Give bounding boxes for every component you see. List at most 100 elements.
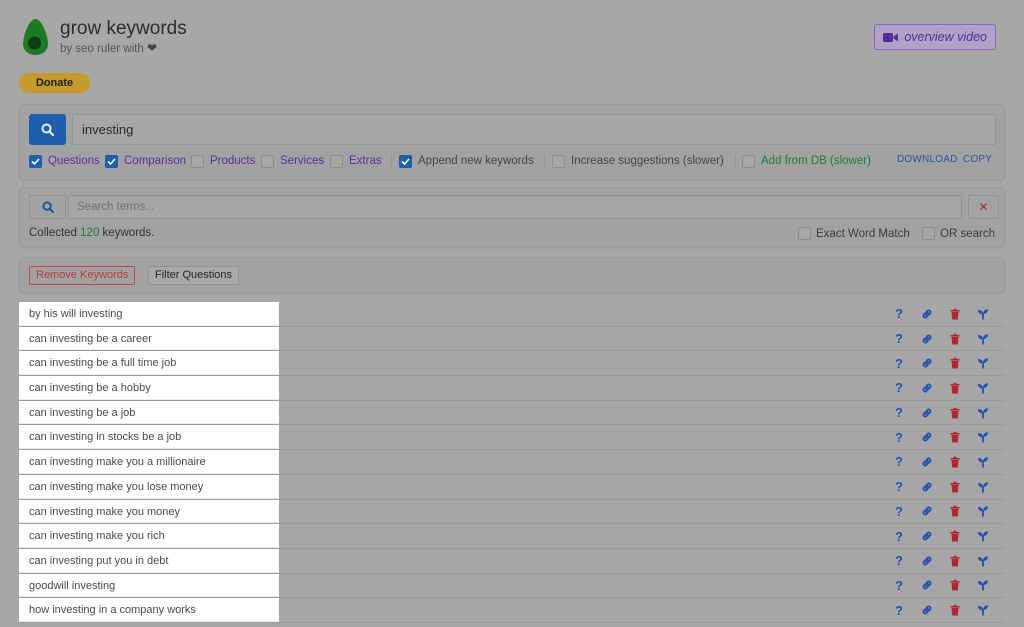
keyword-text[interactable]: can investing be a career <box>19 326 279 351</box>
link-icon[interactable] <box>913 302 941 326</box>
question-icon[interactable]: ? <box>885 327 913 351</box>
trash-icon[interactable] <box>941 450 969 474</box>
seed-keyword-input[interactable]: investing <box>72 114 996 145</box>
question-icon[interactable]: ? <box>885 475 913 499</box>
question-icon[interactable]: ? <box>885 450 913 474</box>
sprout-icon[interactable] <box>969 401 997 425</box>
link-icon[interactable] <box>913 475 941 499</box>
heart-icon: ❤ <box>146 41 157 55</box>
donate-button[interactable]: Donate <box>19 73 90 93</box>
filter-questions-button[interactable]: Filter Questions <box>148 266 240 285</box>
sprout-icon[interactable] <box>969 574 997 598</box>
services-checkbox[interactable] <box>261 154 274 168</box>
keyword-text[interactable]: can investing put you in debt <box>19 548 279 573</box>
keyword-row: how investing in a company works ? <box>19 598 1005 623</box>
link-icon[interactable] <box>913 598 941 622</box>
keyword-text[interactable]: can investing be a hobby <box>19 376 279 400</box>
link-icon[interactable] <box>913 401 941 425</box>
question-icon[interactable]: ? <box>885 549 913 573</box>
question-icon[interactable]: ? <box>885 376 913 400</box>
sprout-icon[interactable] <box>969 450 997 474</box>
option-increase-suggestions[interactable]: Increase suggestions (slower) <box>552 153 724 169</box>
overview-video-button[interactable]: overview video <box>874 24 996 50</box>
comparison-checkbox[interactable] <box>105 154 118 168</box>
extras-checkbox[interactable] <box>330 154 343 168</box>
question-icon[interactable]: ? <box>885 500 913 524</box>
option-add-from-db[interactable]: Add from DB (slower) <box>742 153 871 169</box>
question-icon[interactable]: ? <box>885 425 913 449</box>
trash-icon[interactable] <box>941 500 969 524</box>
trash-icon[interactable] <box>941 574 969 598</box>
copy-button[interactable]: COPY <box>963 154 992 165</box>
link-icon[interactable] <box>913 376 941 400</box>
sprout-icon[interactable] <box>969 549 997 573</box>
increase-suggestions-checkbox[interactable] <box>552 154 565 168</box>
sprout-icon[interactable] <box>969 302 997 326</box>
link-icon[interactable] <box>913 425 941 449</box>
clear-filter-button[interactable]: ✕ <box>968 195 999 219</box>
trash-icon[interactable] <box>941 351 969 375</box>
trash-icon[interactable] <box>941 401 969 425</box>
option-extras[interactable]: Extras <box>330 153 382 169</box>
trash-icon[interactable] <box>941 475 969 499</box>
option-products[interactable]: Products <box>191 153 255 169</box>
sprout-icon[interactable] <box>969 376 997 400</box>
trash-icon[interactable] <box>941 524 969 548</box>
sprout-icon[interactable] <box>969 351 997 375</box>
sprout-icon[interactable] <box>969 425 997 449</box>
keyword-text[interactable]: how investing in a company works <box>19 598 279 622</box>
link-icon[interactable] <box>913 549 941 573</box>
keyword-search-panel: investing Questions Comparison Products … <box>19 104 1005 180</box>
trash-icon[interactable] <box>941 425 969 449</box>
keyword-text[interactable]: can investing be a full time job <box>19 351 279 376</box>
option-append-new[interactable]: Append new keywords <box>399 153 534 169</box>
link-icon[interactable] <box>913 524 941 548</box>
question-icon[interactable]: ? <box>885 574 913 598</box>
option-questions[interactable]: Questions <box>29 153 100 169</box>
sprout-icon[interactable] <box>969 475 997 499</box>
keyword-text[interactable]: can investing be a job <box>19 400 279 425</box>
option-comparison[interactable]: Comparison <box>105 153 186 169</box>
questions-checkbox[interactable] <box>29 154 42 168</box>
search-button[interactable] <box>29 114 66 145</box>
append-new-checkbox[interactable] <box>399 154 412 168</box>
question-icon[interactable]: ? <box>885 351 913 375</box>
add-from-db-checkbox[interactable] <box>742 154 755 168</box>
filter-terms-input[interactable]: Search terms... <box>68 195 962 219</box>
trash-icon[interactable] <box>941 302 969 326</box>
keyword-text[interactable]: can investing make you money <box>19 499 279 524</box>
keyword-text[interactable]: by his will investing <box>19 302 279 326</box>
option-services[interactable]: Services <box>261 153 324 169</box>
trash-icon[interactable] <box>941 598 969 622</box>
question-icon[interactable]: ? <box>885 524 913 548</box>
trash-icon[interactable] <box>941 327 969 351</box>
keyword-text[interactable]: goodwill investing <box>19 573 279 598</box>
trash-icon[interactable] <box>941 549 969 573</box>
link-icon[interactable] <box>913 351 941 375</box>
keyword-text[interactable]: can investing make you a millionaire <box>19 450 279 474</box>
comparison-label: Comparison <box>124 155 186 167</box>
filter-search-button[interactable] <box>29 195 66 219</box>
keyword-text[interactable]: can investing in stocks be a job <box>19 425 279 450</box>
keyword-text[interactable]: can investing make you rich <box>19 524 279 548</box>
remove-keywords-button[interactable]: Remove Keywords <box>29 266 136 285</box>
link-icon[interactable] <box>913 500 941 524</box>
or-search-option[interactable]: OR search <box>922 227 995 240</box>
exact-word-match-option[interactable]: Exact Word Match <box>798 227 910 240</box>
sprout-icon[interactable] <box>969 598 997 622</box>
exact-word-match-checkbox[interactable] <box>798 227 811 240</box>
question-icon[interactable]: ? <box>885 598 913 622</box>
link-icon[interactable] <box>913 450 941 474</box>
question-icon[interactable]: ? <box>885 401 913 425</box>
or-search-checkbox[interactable] <box>922 227 935 240</box>
link-icon[interactable] <box>913 574 941 598</box>
sprout-icon[interactable] <box>969 500 997 524</box>
products-checkbox[interactable] <box>191 154 204 168</box>
keyword-text[interactable]: can investing make you lose money <box>19 474 279 499</box>
download-button[interactable]: DOWNLOAD <box>897 154 958 165</box>
link-icon[interactable] <box>913 327 941 351</box>
question-icon[interactable]: ? <box>885 302 913 326</box>
trash-icon[interactable] <box>941 376 969 400</box>
sprout-icon[interactable] <box>969 524 997 548</box>
sprout-icon[interactable] <box>969 327 997 351</box>
